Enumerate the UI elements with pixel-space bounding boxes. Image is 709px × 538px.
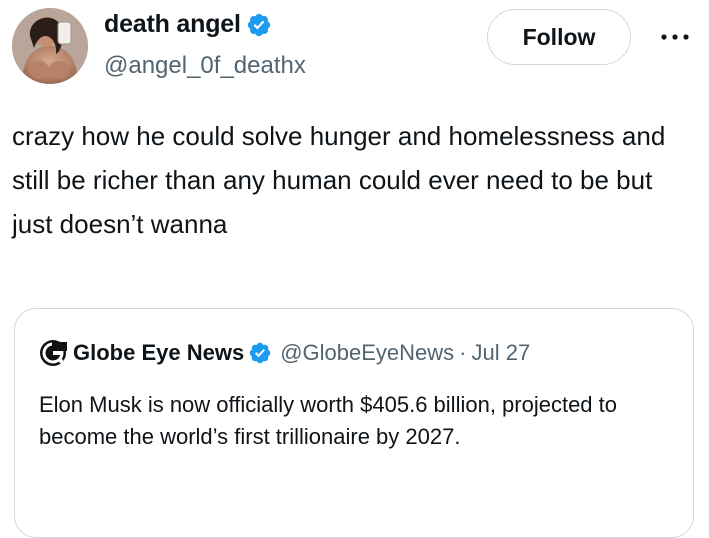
follow-button[interactable]: Follow [487,9,631,65]
quoted-tweet-text: Elon Musk is now officially worth $405.6… [39,392,618,449]
quoted-handle[interactable]: @GlobeEyeNews [280,340,454,366]
quoted-display-name[interactable]: Globe Eye News [73,340,244,366]
avatar-image [12,8,88,84]
quoted-separator: · [459,340,467,365]
author-display-name[interactable]: death angel [104,10,241,39]
author-handle[interactable]: @angel_0f_deathx [104,52,306,80]
author-avatar[interactable] [12,8,88,84]
quoted-date[interactable]: Jul 27 [471,340,530,366]
globe-eye-logo-icon [39,339,67,367]
quoted-verified-badge-icon [248,341,272,365]
more-options-icon[interactable] [657,22,693,52]
verified-badge-icon [246,12,272,38]
tweet-header: death angel @angel_0f_deathx Follow [0,0,709,100]
author-name-row: death angel [104,10,272,39]
tweet-text: crazy how he could solve hunger and home… [12,121,666,239]
quoted-tweet-header: Globe Eye News @GlobeEyeNews · Jul 27 [39,339,530,367]
